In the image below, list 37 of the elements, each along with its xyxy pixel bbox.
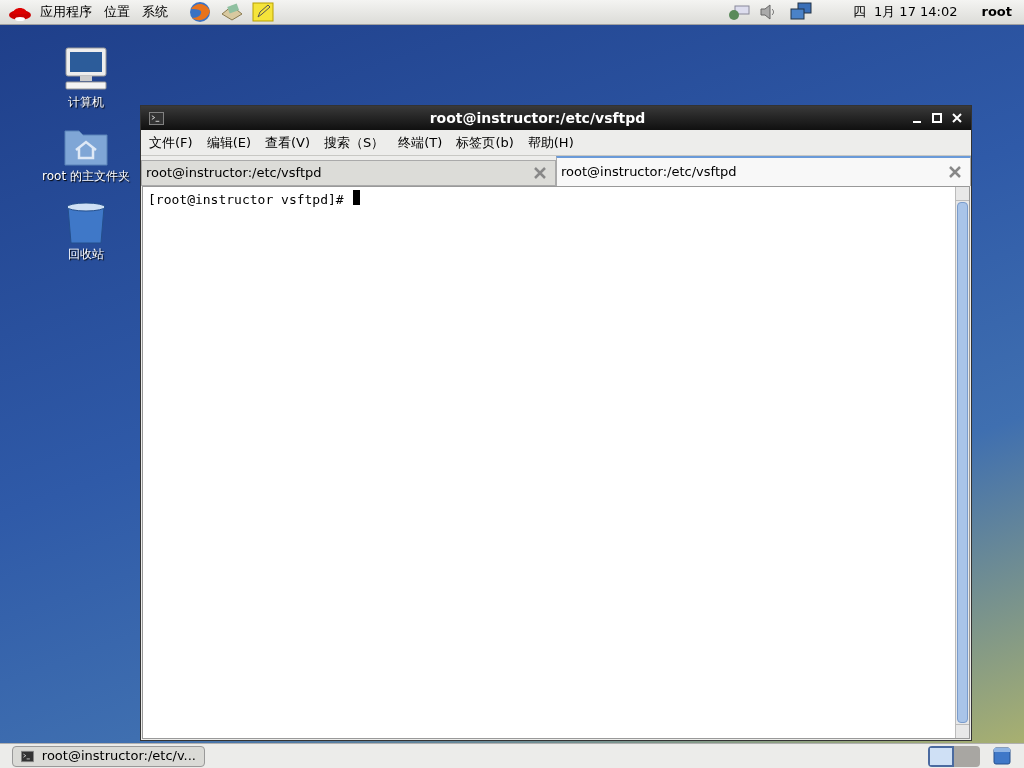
- terminal-icon: [21, 749, 34, 763]
- terminal-icon: [149, 111, 164, 125]
- cursor: [352, 190, 360, 205]
- desktop-icon-label[interactable]: 计算机: [68, 93, 104, 111]
- monitors-icon[interactable]: [788, 2, 813, 22]
- window-title: root@instructor:/etc/vsftpd: [428, 108, 647, 128]
- menu-item[interactable]: 标签页(b): [456, 132, 514, 153]
- tab-title: root@instructor:/etc/vsftpd: [561, 163, 738, 182]
- menu-item[interactable]: 查看(V): [265, 132, 311, 153]
- trash-icon: [64, 199, 108, 245]
- taskbar-button[interactable]: root@instructor:/etc/v...: [12, 745, 205, 767]
- terminal-tab[interactable]: root@instructor:/etc/vsftpd: [556, 156, 971, 186]
- globe-icon[interactable]: [188, 1, 212, 23]
- workspace[interactable]: [928, 745, 954, 767]
- menu-item[interactable]: 搜索（S）: [324, 132, 385, 153]
- terminal-tab[interactable]: root@instructor:/etc/vsftpd: [141, 160, 556, 186]
- menu-item[interactable]: 帮助(H): [527, 132, 574, 153]
- clock[interactable]: 四 1月 17 14:02: [852, 2, 958, 22]
- trash-icon[interactable]: [992, 746, 1012, 766]
- panel-menu[interactable]: 位置: [104, 2, 130, 22]
- network-icon[interactable]: [726, 2, 751, 22]
- notepad-icon[interactable]: [252, 2, 274, 22]
- volume-icon[interactable]: [758, 3, 777, 21]
- tab-title: root@instructor:/etc/vsftpd: [146, 164, 323, 183]
- panel-menu[interactable]: 应用程序: [40, 2, 92, 22]
- mail-icon[interactable]: [220, 2, 244, 22]
- computer-icon: [62, 45, 110, 93]
- user-name[interactable]: root: [981, 2, 1012, 22]
- prompt-text: [root@instructor vsftpd]#: [148, 191, 344, 209]
- desktop-icon-label[interactable]: 回收站: [68, 245, 104, 263]
- menu-item[interactable]: 文件(F): [149, 132, 193, 153]
- menu-item[interactable]: 终端(T): [398, 132, 443, 153]
- desktop-icon-label[interactable]: root 的主文件夹: [42, 167, 130, 185]
- panel-menu[interactable]: 系统: [142, 2, 168, 22]
- menu-item[interactable]: 编辑(E): [206, 132, 251, 153]
- maximize-icon[interactable]: [931, 112, 943, 124]
- scrollbar[interactable]: [955, 187, 969, 738]
